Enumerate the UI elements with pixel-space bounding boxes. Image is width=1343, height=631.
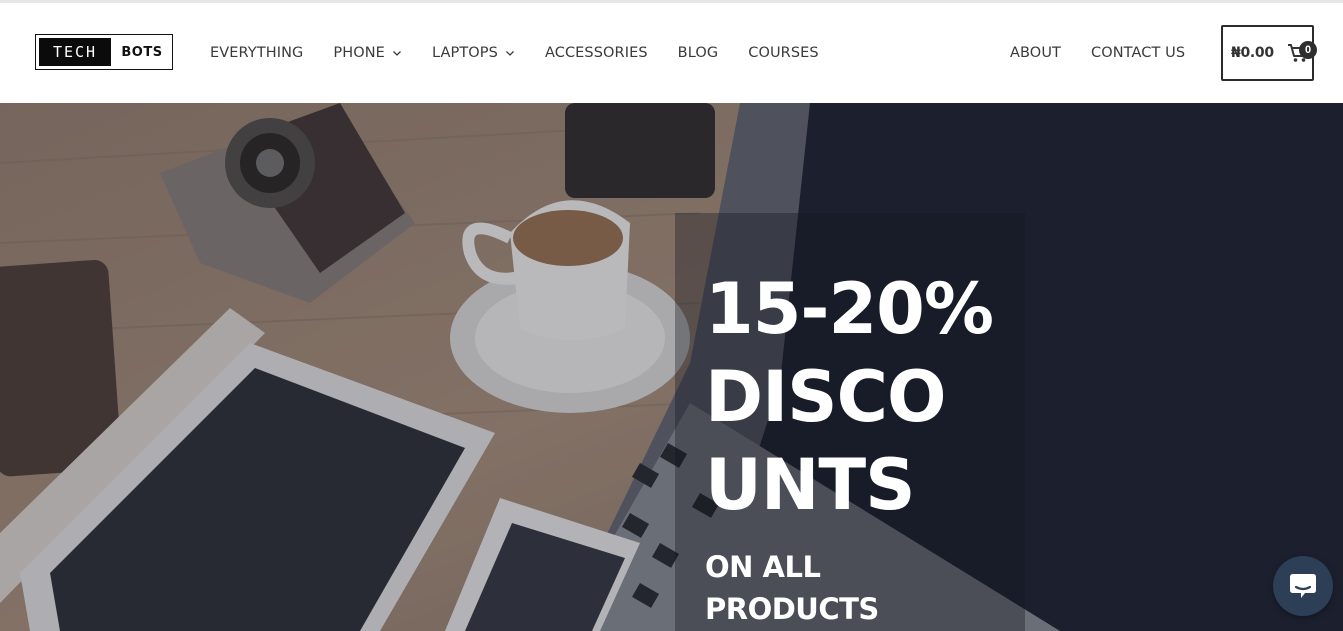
nav-label: LAPTOPS — [431, 45, 498, 61]
nav-item-courses[interactable]: COURSES — [748, 45, 819, 61]
hero-banner: 15-20% DISCO UNTS ON ALL PRODUCTS — [0, 103, 1343, 631]
nav-item-contact[interactable]: CONTACT US — [1091, 45, 1185, 61]
site-logo[interactable]: TECH BOTS — [35, 34, 173, 70]
chevron-down-icon — [505, 51, 514, 56]
chat-button[interactable] — [1273, 556, 1333, 616]
hero-title: 15-20% DISCO UNTS — [705, 268, 994, 526]
nav-item-accessories[interactable]: ACCESSORIES — [545, 45, 648, 61]
cart-total: ₦0.00 — [1231, 45, 1274, 61]
hero-background-image — [0, 103, 1343, 631]
secondary-nav: ABOUT CONTACT US — [1010, 3, 1215, 103]
main-nav: EVERYTHING PHONE LAPTOPS ACCESSORIES BLO… — [210, 3, 849, 103]
cart-count-badge: 0 — [1299, 41, 1317, 59]
nav-item-everything[interactable]: EVERYTHING — [210, 45, 303, 61]
nav-item-phone[interactable]: PHONE — [333, 45, 402, 61]
nav-label: PHONE — [333, 45, 385, 61]
nav-label: BLOG — [677, 45, 719, 61]
nav-label: ABOUT — [1010, 45, 1061, 61]
nav-label: EVERYTHING — [210, 45, 304, 61]
nav-label: CONTACT US — [1091, 45, 1186, 61]
hero-subtitle: ON ALL PRODUCTS — [705, 550, 879, 626]
nav-item-blog[interactable]: BLOG — [678, 45, 719, 61]
nav-item-about[interactable]: ABOUT — [1010, 45, 1061, 61]
chat-bubble-icon — [1290, 574, 1316, 598]
chevron-down-icon — [392, 51, 401, 56]
nav-item-laptops[interactable]: LAPTOPS — [432, 45, 515, 61]
logo-text-right: BOTS — [121, 44, 163, 60]
cart-button[interactable]: ₦0.00 0 — [1221, 25, 1317, 81]
logo-text-left: TECH — [39, 38, 111, 66]
nav-label: COURSES — [748, 45, 819, 61]
nav-label: ACCESSORIES — [544, 45, 648, 61]
site-header: TECH BOTS EVERYTHING PHONE LAPTOPS ACCES… — [0, 3, 1343, 103]
